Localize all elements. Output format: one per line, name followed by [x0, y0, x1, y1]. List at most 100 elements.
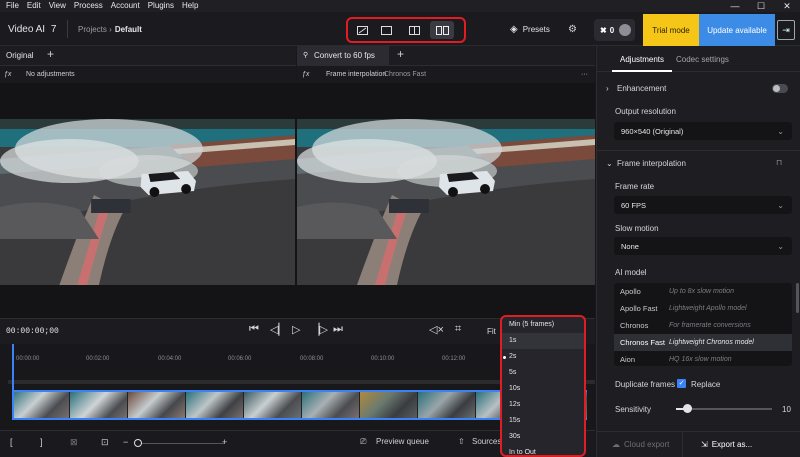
- chevron-down-icon[interactable]: ⌄: [606, 159, 613, 168]
- view-single-button[interactable]: [350, 21, 374, 39]
- zoom-fit[interactable]: Fit: [487, 327, 496, 336]
- divider: [682, 431, 683, 457]
- replace-checkbox[interactable]: ✓: [677, 379, 686, 388]
- clip-thumbnail: [360, 392, 418, 418]
- minimize-button[interactable]: —: [722, 0, 748, 12]
- ai-model-label: AI model: [615, 268, 647, 277]
- preview-queue-button[interactable]: Preview queue: [376, 437, 429, 446]
- credits-badge[interactable]: ✖ 0: [594, 19, 636, 41]
- dropdown-item[interactable]: 5s: [502, 365, 584, 381]
- step-back-icon[interactable]: ◁▏: [270, 323, 287, 336]
- breadcrumb-projects[interactable]: Projects: [78, 25, 107, 34]
- sensitivity-value: 10: [782, 405, 791, 414]
- add-tab-icon[interactable]: +: [47, 47, 54, 61]
- ai-model-item[interactable]: Apollo Fast Lightweight Apollo model: [614, 300, 792, 317]
- duplicate-frames-label: Duplicate frames: [615, 380, 676, 389]
- presets-icon: ◈: [510, 24, 518, 35]
- cloud-export-button[interactable]: ☁ Cloud export: [612, 440, 669, 449]
- view-full-button[interactable]: [374, 21, 398, 39]
- menu-plugins[interactable]: Plugins: [148, 0, 174, 12]
- zoom-slider-knob[interactable]: [134, 439, 142, 447]
- dropdown-item[interactable]: 30s: [502, 429, 584, 445]
- play-icon[interactable]: ▷: [292, 323, 300, 336]
- add-tab-icon[interactable]: +: [397, 47, 404, 61]
- ai-model-item[interactable]: Aion HQ 16x slow motion: [614, 351, 792, 366]
- export-button[interactable]: ⇲ Export as...: [701, 440, 752, 449]
- volume-icon[interactable]: ◁×: [429, 323, 444, 336]
- slow-motion-label: Slow motion: [615, 224, 659, 233]
- full-view-icon: [380, 25, 392, 35]
- update-available-button[interactable]: Update available: [699, 14, 775, 46]
- dropdown-item[interactable]: Min (5 frames): [502, 317, 584, 333]
- output-resolution-label: Output resolution: [615, 107, 676, 116]
- ai-model-item[interactable]: Chronos For framerate conversions: [614, 317, 792, 334]
- close-button[interactable]: ✕: [774, 0, 800, 12]
- dropdown-item[interactable]: 10s: [502, 381, 584, 397]
- dropdown-item[interactable]: 2s: [502, 349, 584, 365]
- frame-rate-value: 60 FPS: [621, 200, 647, 210]
- slow-motion-select[interactable]: None ⌄: [614, 237, 792, 255]
- menu-bar: File Edit View Process Account Plugins H…: [0, 0, 800, 12]
- chevron-right-icon[interactable]: ›: [606, 84, 609, 93]
- menu-view[interactable]: View: [49, 0, 66, 12]
- crop-icon[interactable]: ⌗: [455, 323, 461, 336]
- tab-codec-settings[interactable]: Codec settings: [676, 55, 729, 64]
- zoom-out-icon[interactable]: −: [123, 437, 128, 447]
- dropdown-item[interactable]: 12s: [502, 397, 584, 413]
- tab-original[interactable]: Original: [6, 51, 34, 60]
- window-controls: — ☐ ✕: [722, 0, 800, 12]
- trial-mode-button[interactable]: Trial mode: [643, 14, 699, 46]
- ai-model-desc: HQ 16x slow motion: [669, 356, 732, 363]
- step-forward-icon[interactable]: ▕▷: [311, 323, 328, 336]
- more-icon[interactable]: ···: [581, 71, 588, 78]
- frame-rate-select[interactable]: 60 FPS ⌄: [614, 196, 792, 214]
- chevron-down-icon: ⌄: [777, 200, 784, 210]
- view-side-by-side-button[interactable]: [430, 21, 454, 39]
- zoom-in-icon[interactable]: +: [222, 437, 227, 447]
- presets-label: Presets: [522, 25, 550, 34]
- dropdown-item[interactable]: 15s: [502, 413, 584, 429]
- converted-video-frame: [297, 119, 595, 285]
- skip-to-end-icon[interactable]: ⏭: [333, 323, 343, 336]
- ai-model-item[interactable]: Apollo Up to 8x slow motion: [614, 283, 792, 300]
- dropdown-item[interactable]: 1s: [502, 333, 584, 349]
- timecode: 00:00:00;00: [6, 327, 59, 336]
- maximize-button[interactable]: ☐: [748, 0, 774, 12]
- skip-to-start-icon[interactable]: ⏮: [249, 323, 259, 336]
- tab-adjustments[interactable]: Adjustments: [620, 55, 664, 64]
- cloud-export-label: Cloud export: [624, 440, 670, 449]
- no-adjustments-label: No adjustments: [26, 71, 75, 78]
- menu-file[interactable]: File: [6, 0, 19, 12]
- gear-icon[interactable]: ⚙: [568, 24, 577, 35]
- sources-button[interactable]: Sources: [472, 437, 501, 446]
- scrollbar[interactable]: [796, 283, 799, 313]
- menu-process[interactable]: Process: [74, 0, 103, 12]
- in-point-icon[interactable]: [: [10, 437, 13, 447]
- ai-model-item-selected[interactable]: Chronos Fast Lightweight Chronos model: [614, 334, 792, 351]
- presets-button[interactable]: ◈ Presets: [510, 24, 550, 35]
- clear-marks-icon[interactable]: ⊠: [70, 437, 78, 448]
- ruler-tick: 00:02:00: [86, 356, 110, 362]
- avatar[interactable]: [619, 24, 632, 36]
- menu-edit[interactable]: Edit: [27, 0, 41, 12]
- clip-thumbnail: [128, 392, 186, 418]
- breadcrumb-current: Default: [114, 25, 142, 34]
- zoom-slider-track[interactable]: [134, 443, 224, 444]
- cloud-icon: ☁: [612, 440, 620, 449]
- ruler-tick: 00:00:00: [16, 356, 40, 362]
- menu-help[interactable]: Help: [182, 0, 198, 12]
- lock-icon[interactable]: ⊓: [776, 158, 782, 167]
- view-split-button[interactable]: [402, 21, 426, 39]
- sidebar-toggle-icon[interactable]: ⇥: [777, 20, 795, 40]
- ai-model-desc: Lightweight Apollo model: [669, 305, 747, 312]
- snapshot-icon[interactable]: ⊡: [101, 437, 109, 448]
- output-resolution-select[interactable]: 960×540 (Original) ⌄: [614, 122, 792, 140]
- enhancement-section[interactable]: Enhancement: [617, 84, 666, 93]
- frame-interpolation-section[interactable]: Frame interpolation: [617, 159, 686, 168]
- enhancement-toggle[interactable]: [772, 84, 788, 93]
- out-point-icon[interactable]: ]: [40, 437, 43, 447]
- menu-account[interactable]: Account: [111, 0, 140, 12]
- dropdown-item[interactable]: In to Out: [502, 445, 584, 455]
- playhead[interactable]: [12, 344, 14, 420]
- sensitivity-slider-knob[interactable]: [682, 404, 692, 413]
